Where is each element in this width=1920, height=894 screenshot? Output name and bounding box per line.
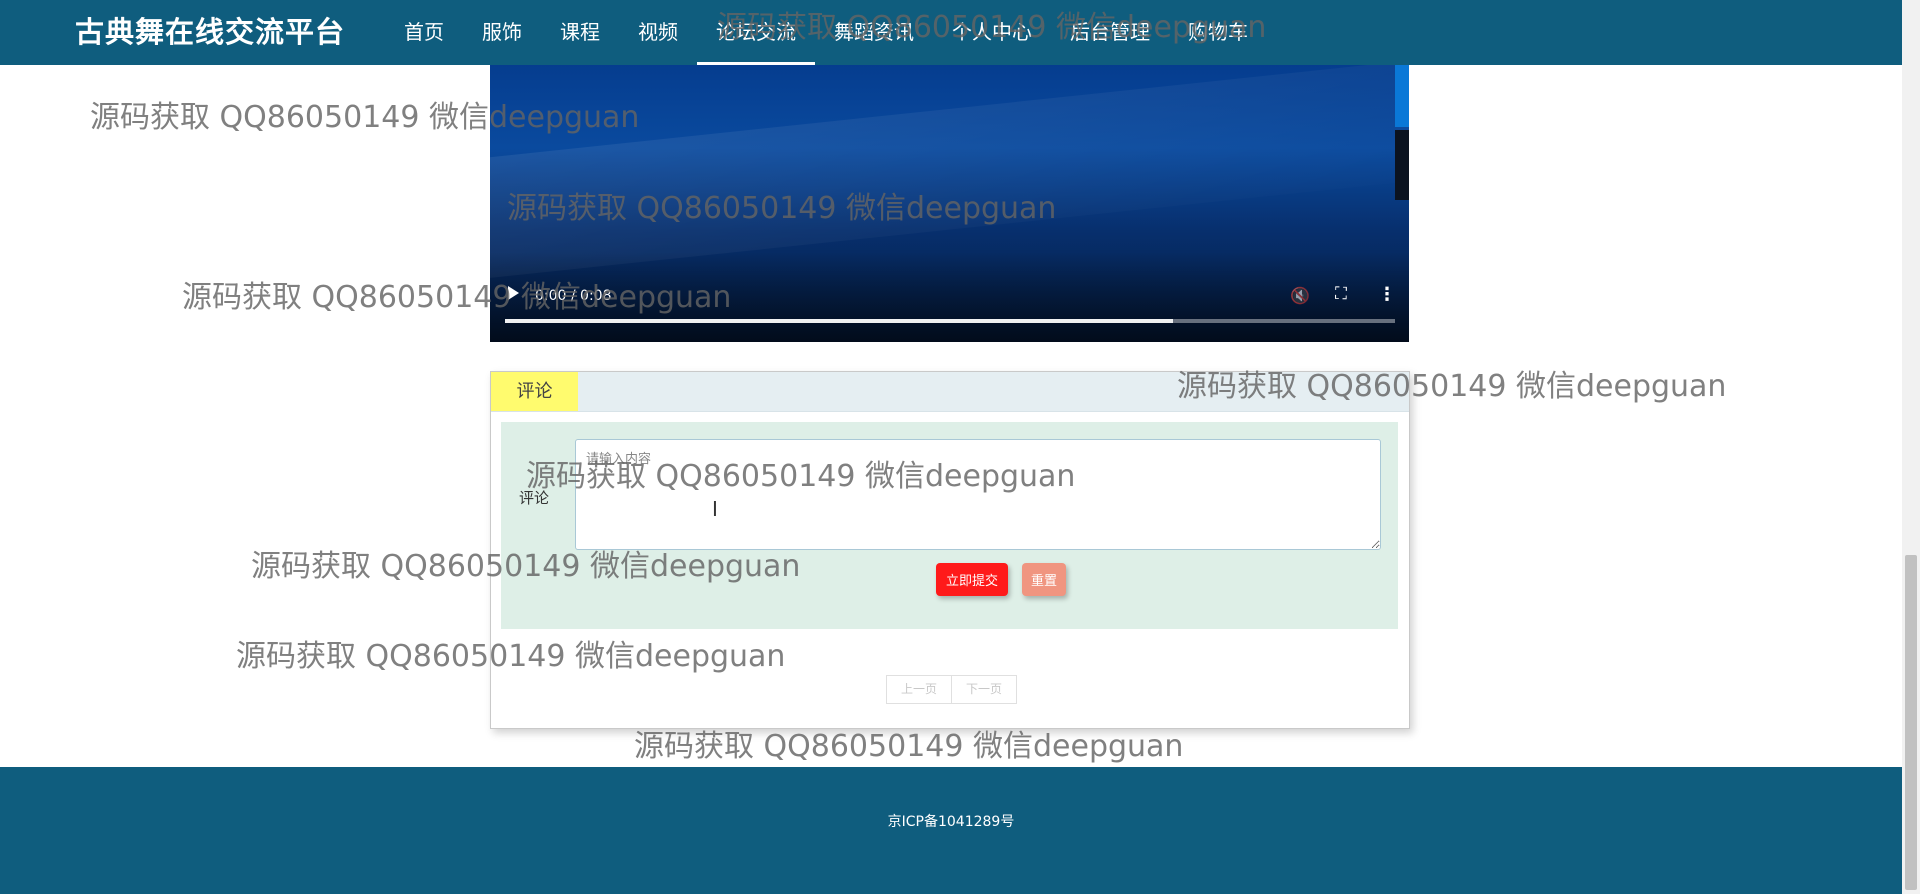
footer: 京ICP备1041289号 <box>0 767 1902 894</box>
pagination: 上一页 下一页 <box>886 675 1018 704</box>
scrollbar-thumb[interactable] <box>1905 555 1917 890</box>
volume-icon[interactable]: 🔇 <box>1290 286 1310 305</box>
nav-item-costume[interactable]: 服饰 <box>463 0 541 65</box>
video-controls-shade <box>490 252 1409 342</box>
video-progress-fill <box>505 319 1173 323</box>
page-scrollbar[interactable] <box>1902 0 1920 894</box>
comment-tab-bar: 评论 <box>491 372 1409 412</box>
nav-item-home[interactable]: 首页 <box>385 0 463 65</box>
tab-comment[interactable]: 评论 <box>491 372 578 411</box>
nav-item-cart[interactable]: 购物车 <box>1169 0 1267 65</box>
main-nav: 首页 服饰 课程 视频 论坛交流 舞蹈资讯 个人中心 后台管理 购物车 <box>385 0 1267 65</box>
icp-record: 京ICP备1041289号 <box>887 814 1015 830</box>
nav-item-forum[interactable]: 论坛交流 <box>697 0 815 65</box>
submit-button[interactable]: 立即提交 <box>936 563 1008 596</box>
site-title: 古典舞在线交流平台 <box>75 15 346 49</box>
text-cursor-icon: I <box>712 497 718 521</box>
video-player[interactable]: 0:00 / 0:08 🔇 ⛶ ⋮ <box>490 65 1409 342</box>
comment-field-label: 评论 <box>519 489 550 507</box>
top-navbar: 古典舞在线交流平台 首页 服饰 课程 视频 论坛交流 舞蹈资讯 个人中心 后台管… <box>0 0 1902 65</box>
nav-item-course[interactable]: 课程 <box>541 0 619 65</box>
next-page-button[interactable]: 下一页 <box>952 675 1018 704</box>
video-time: 0:00 / 0:08 <box>535 288 612 304</box>
comment-card: 评论 评论 立即提交 重置 上一页 下一页 <box>490 371 1410 729</box>
fullscreen-icon[interactable]: ⛶ <box>1335 284 1347 304</box>
nav-item-profile[interactable]: 个人中心 <box>933 0 1051 65</box>
nav-item-admin[interactable]: 后台管理 <box>1051 0 1169 65</box>
video-progress-bar[interactable] <box>505 319 1395 323</box>
more-vertical-icon[interactable]: ⋮ <box>1378 284 1396 305</box>
video-frame-element <box>1395 65 1409 127</box>
nav-item-video[interactable]: 视频 <box>619 0 697 65</box>
play-icon[interactable] <box>508 286 519 300</box>
prev-page-button[interactable]: 上一页 <box>886 675 953 704</box>
reset-button[interactable]: 重置 <box>1022 563 1066 596</box>
nav-item-dance-news[interactable]: 舞蹈资讯 <box>815 0 933 65</box>
comment-form: 评论 立即提交 重置 <box>501 422 1398 629</box>
video-frame-highlight <box>490 65 1409 283</box>
comment-input[interactable] <box>575 439 1381 550</box>
video-frame-element <box>1395 130 1409 200</box>
